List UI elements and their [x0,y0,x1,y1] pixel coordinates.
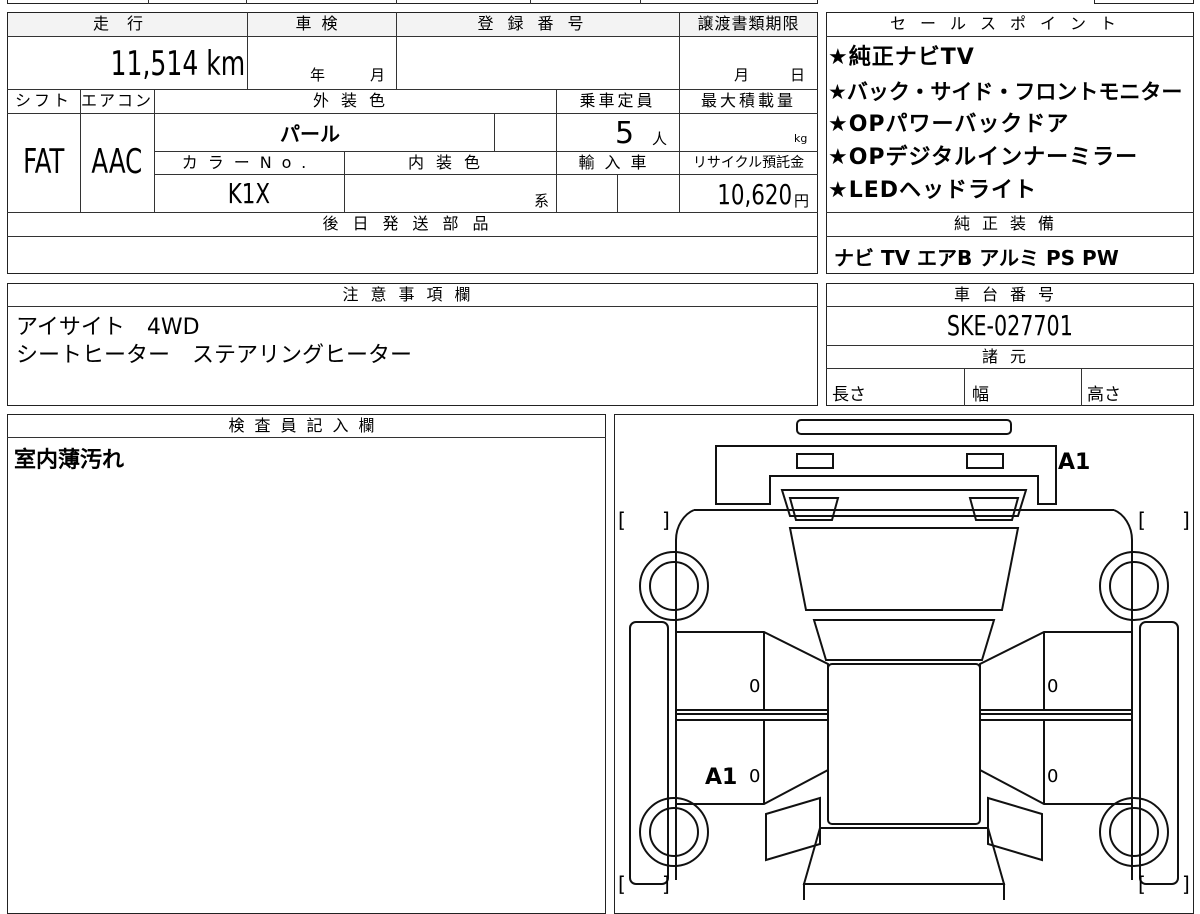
exterior-color-label: 外装色 [312,91,397,110]
capacity-unit: 人 [652,130,668,148]
length-label: 長さ [832,385,866,405]
transfer-deadline-label: 譲渡書類期限 [697,14,800,33]
capacity-value: 5 [615,116,635,151]
chassis-value: SKE-027701 [946,309,1073,342]
transfer-month-unit: 月 [734,66,750,84]
sales-point-4: ★OPデジタルインナーミラー [828,145,1139,170]
left-front-door [675,719,829,805]
right-front-door-zero: 0 [1047,766,1059,787]
color-no-value: K1X [227,177,271,210]
bracket-front-left-open: [ [618,872,626,896]
transfer-day-unit: 日 [790,66,806,84]
chassis-title: 車台番号 [953,285,1066,304]
inspection-label: 車検 [295,14,348,33]
import-label: 輸入車 [578,153,657,172]
aircon-label: エアコン [80,91,153,110]
aircon-value: AAC [91,142,143,182]
capacity-label: 乗車定員 [579,91,656,110]
max-load-unit: kg [794,132,808,145]
bracket-rear-left-open: [ [618,508,626,532]
roof-center [827,663,981,825]
wheel-rear-right [1099,551,1169,621]
later-parts-label: 後日発送部品 [322,214,503,233]
bracket-rear-right-open: [ [1138,508,1146,532]
recycle-unit: 円 [794,192,810,210]
interior-color-label: 内装色 [407,153,492,172]
rear-window [788,527,1020,611]
inspector-comment: 室内薄汚れ [14,448,125,473]
wheel-rear-left [639,551,709,621]
wheel-front-left [639,797,709,867]
height-label: 高さ [1087,385,1121,405]
left-front-door-zero: 0 [749,766,761,787]
recycle-value: 10,620 [717,178,792,211]
inspector-title: 検査員記入欄 [228,416,385,435]
rear-glass [780,489,1028,517]
sales-point-5: ★LEDヘッドライト [828,178,1038,203]
roof [812,619,996,661]
notes-line-1: アイサイト 4WD [16,315,200,340]
bracket-rear-left-close: ] [662,508,670,532]
inspection-year-unit: 年 [310,66,326,84]
notes-line-2: シートヒーター ステアリングヒーター [16,343,413,368]
left-rear-door-zero: 0 [749,676,761,697]
shift-label: シフト [14,91,72,110]
left-rear-door [675,631,829,711]
left-door-damage-mark: A1 [705,765,738,790]
sales-point-2: ★バック・サイド・フロントモニター [828,80,1183,104]
interior-color-unit: 系 [534,192,550,210]
color-no-label: カラーNo. [181,153,317,172]
mileage-value: 11,514 km [110,44,245,84]
bracket-front-right-close: ] [1182,872,1190,896]
recycle-label: リサイクル預託金 [692,155,805,171]
rear-damage-mark: A1 [1058,450,1091,475]
notes-title: 注意事項欄 [342,285,483,304]
sales-points-title: セールスポイント [889,14,1130,33]
width-label: 幅 [972,385,989,405]
genuine-equipment-title: 純正装備 [953,214,1066,233]
sales-point-1: ★純正ナビTV [828,45,975,70]
inspection-month-unit: 月 [370,66,386,84]
max-load-label: 最大積載量 [700,91,796,110]
right-front-door [979,719,1133,805]
vehicle-diagram [629,419,1179,900]
rear-spoiler [796,419,1012,435]
bracket-rear-right-close: ] [1182,508,1190,532]
bracket-front-left-close: ] [662,872,670,896]
sales-point-3: ★OPパワーバックドア [828,112,1070,137]
right-rear-door-zero: 0 [1047,676,1059,697]
windshield [802,827,1006,885]
exterior-color-value: パール [280,122,340,146]
genuine-equipment-value: ナビ TV エアB アルミ PS PW [834,246,1119,270]
shift-value: FAT [22,142,65,182]
wheel-front-right [1099,797,1169,867]
rear-bumper [715,445,1057,505]
mileage-label: 走行 [92,14,161,33]
right-rear-door [979,631,1133,711]
registration-label: 登録番号 [477,14,598,33]
bracket-front-right-open: [ [1138,872,1146,896]
specs-title: 諸元 [981,347,1038,366]
